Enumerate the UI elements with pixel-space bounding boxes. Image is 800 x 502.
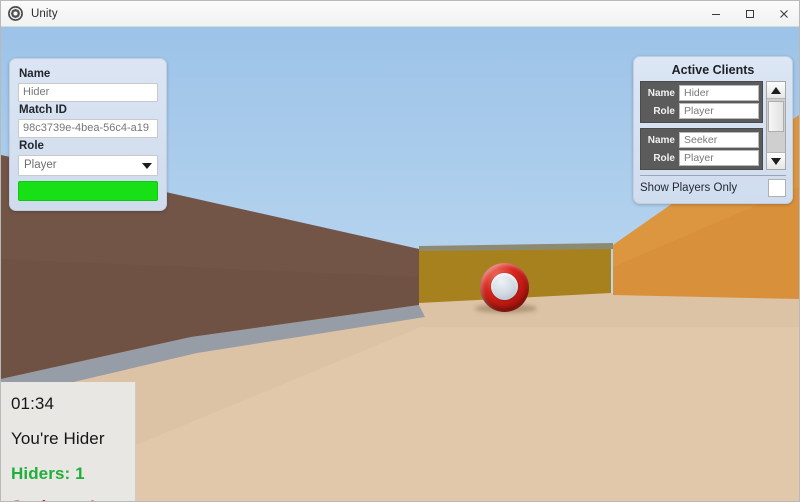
game-viewport[interactable]: Name Hider Match ID 98c3739e-4bea-56c4-a… (1, 27, 799, 501)
client-role-value[interactable]: Player (679, 150, 759, 166)
client-name-label: Name (647, 134, 675, 146)
client-role-label: Role (653, 105, 675, 117)
show-players-only-checkbox[interactable] (768, 179, 786, 197)
window-title: Unity (31, 7, 58, 20)
active-clients-list: Name Hider Role Player Name Seeker Role … (640, 81, 763, 170)
client-role-row: Role Player (644, 103, 759, 119)
triangle-down-icon (771, 157, 781, 165)
scrollbar-track[interactable] (767, 99, 785, 152)
window-title-bar: Unity (1, 1, 799, 27)
match-id-label: Match ID (19, 104, 67, 116)
match-config-panel: Name Hider Match ID 98c3739e-4bea-56c4-a… (9, 58, 167, 211)
scroll-up-icon[interactable] (767, 82, 785, 99)
list-item[interactable]: Name Seeker Role Player (640, 128, 763, 170)
unity-icon (8, 6, 23, 21)
client-name-label: Name (647, 87, 675, 99)
chevron-down-icon (142, 163, 152, 169)
hud-seekers-count: Seekers: 1 (11, 497, 125, 501)
active-clients-body: Name Hider Role Player Name Seeker Role … (640, 81, 786, 170)
close-icon[interactable] (767, 1, 799, 27)
role-label: Role (19, 140, 44, 152)
inner-sphere (491, 273, 518, 300)
unity-window: Unity Name Hider Match ID 98c3739e-4bea-… (0, 0, 800, 502)
game-hud: 01:34 You're Hider Hiders: 1 Seekers: 1 (1, 382, 136, 501)
client-role-value[interactable]: Player (679, 103, 759, 119)
red-torus-object[interactable] (480, 263, 529, 312)
role-select-value: Player (24, 159, 57, 171)
name-label: Name (19, 68, 51, 80)
client-role-label: Role (653, 152, 675, 164)
client-name-row: Name Hider (644, 85, 759, 101)
client-name-row: Name Seeker (644, 132, 759, 148)
scroll-down-icon[interactable] (767, 152, 785, 169)
scrollbar-thumb[interactable] (768, 101, 784, 132)
client-role-row: Role Player (644, 150, 759, 166)
window-controls (699, 1, 799, 27)
show-players-only-row[interactable]: Show Players Only (640, 175, 786, 197)
client-name-value[interactable]: Seeker (679, 132, 759, 148)
hud-timer: 01:34 (11, 394, 55, 413)
maximize-icon[interactable] (733, 1, 767, 27)
hud-hiders-count: Hiders: 1 (11, 464, 85, 483)
name-input[interactable]: Hider (18, 83, 158, 102)
show-players-only-label: Show Players Only (640, 182, 738, 194)
hud-role-text: You're Hider (11, 429, 105, 448)
active-clients-title: Active Clients (671, 63, 755, 77)
connect-button[interactable] (18, 181, 158, 201)
match-id-input[interactable]: 98c3739e-4bea-56c4-a19 (18, 119, 158, 138)
clients-scrollbar[interactable] (766, 81, 786, 170)
minimize-icon[interactable] (699, 1, 733, 27)
role-select[interactable]: Player (18, 155, 158, 176)
active-clients-panel: Active Clients Name Hider Role Player Na… (633, 56, 793, 204)
client-name-value[interactable]: Hider (679, 85, 759, 101)
list-item[interactable]: Name Hider Role Player (640, 81, 763, 123)
triangle-up-icon (771, 86, 781, 94)
